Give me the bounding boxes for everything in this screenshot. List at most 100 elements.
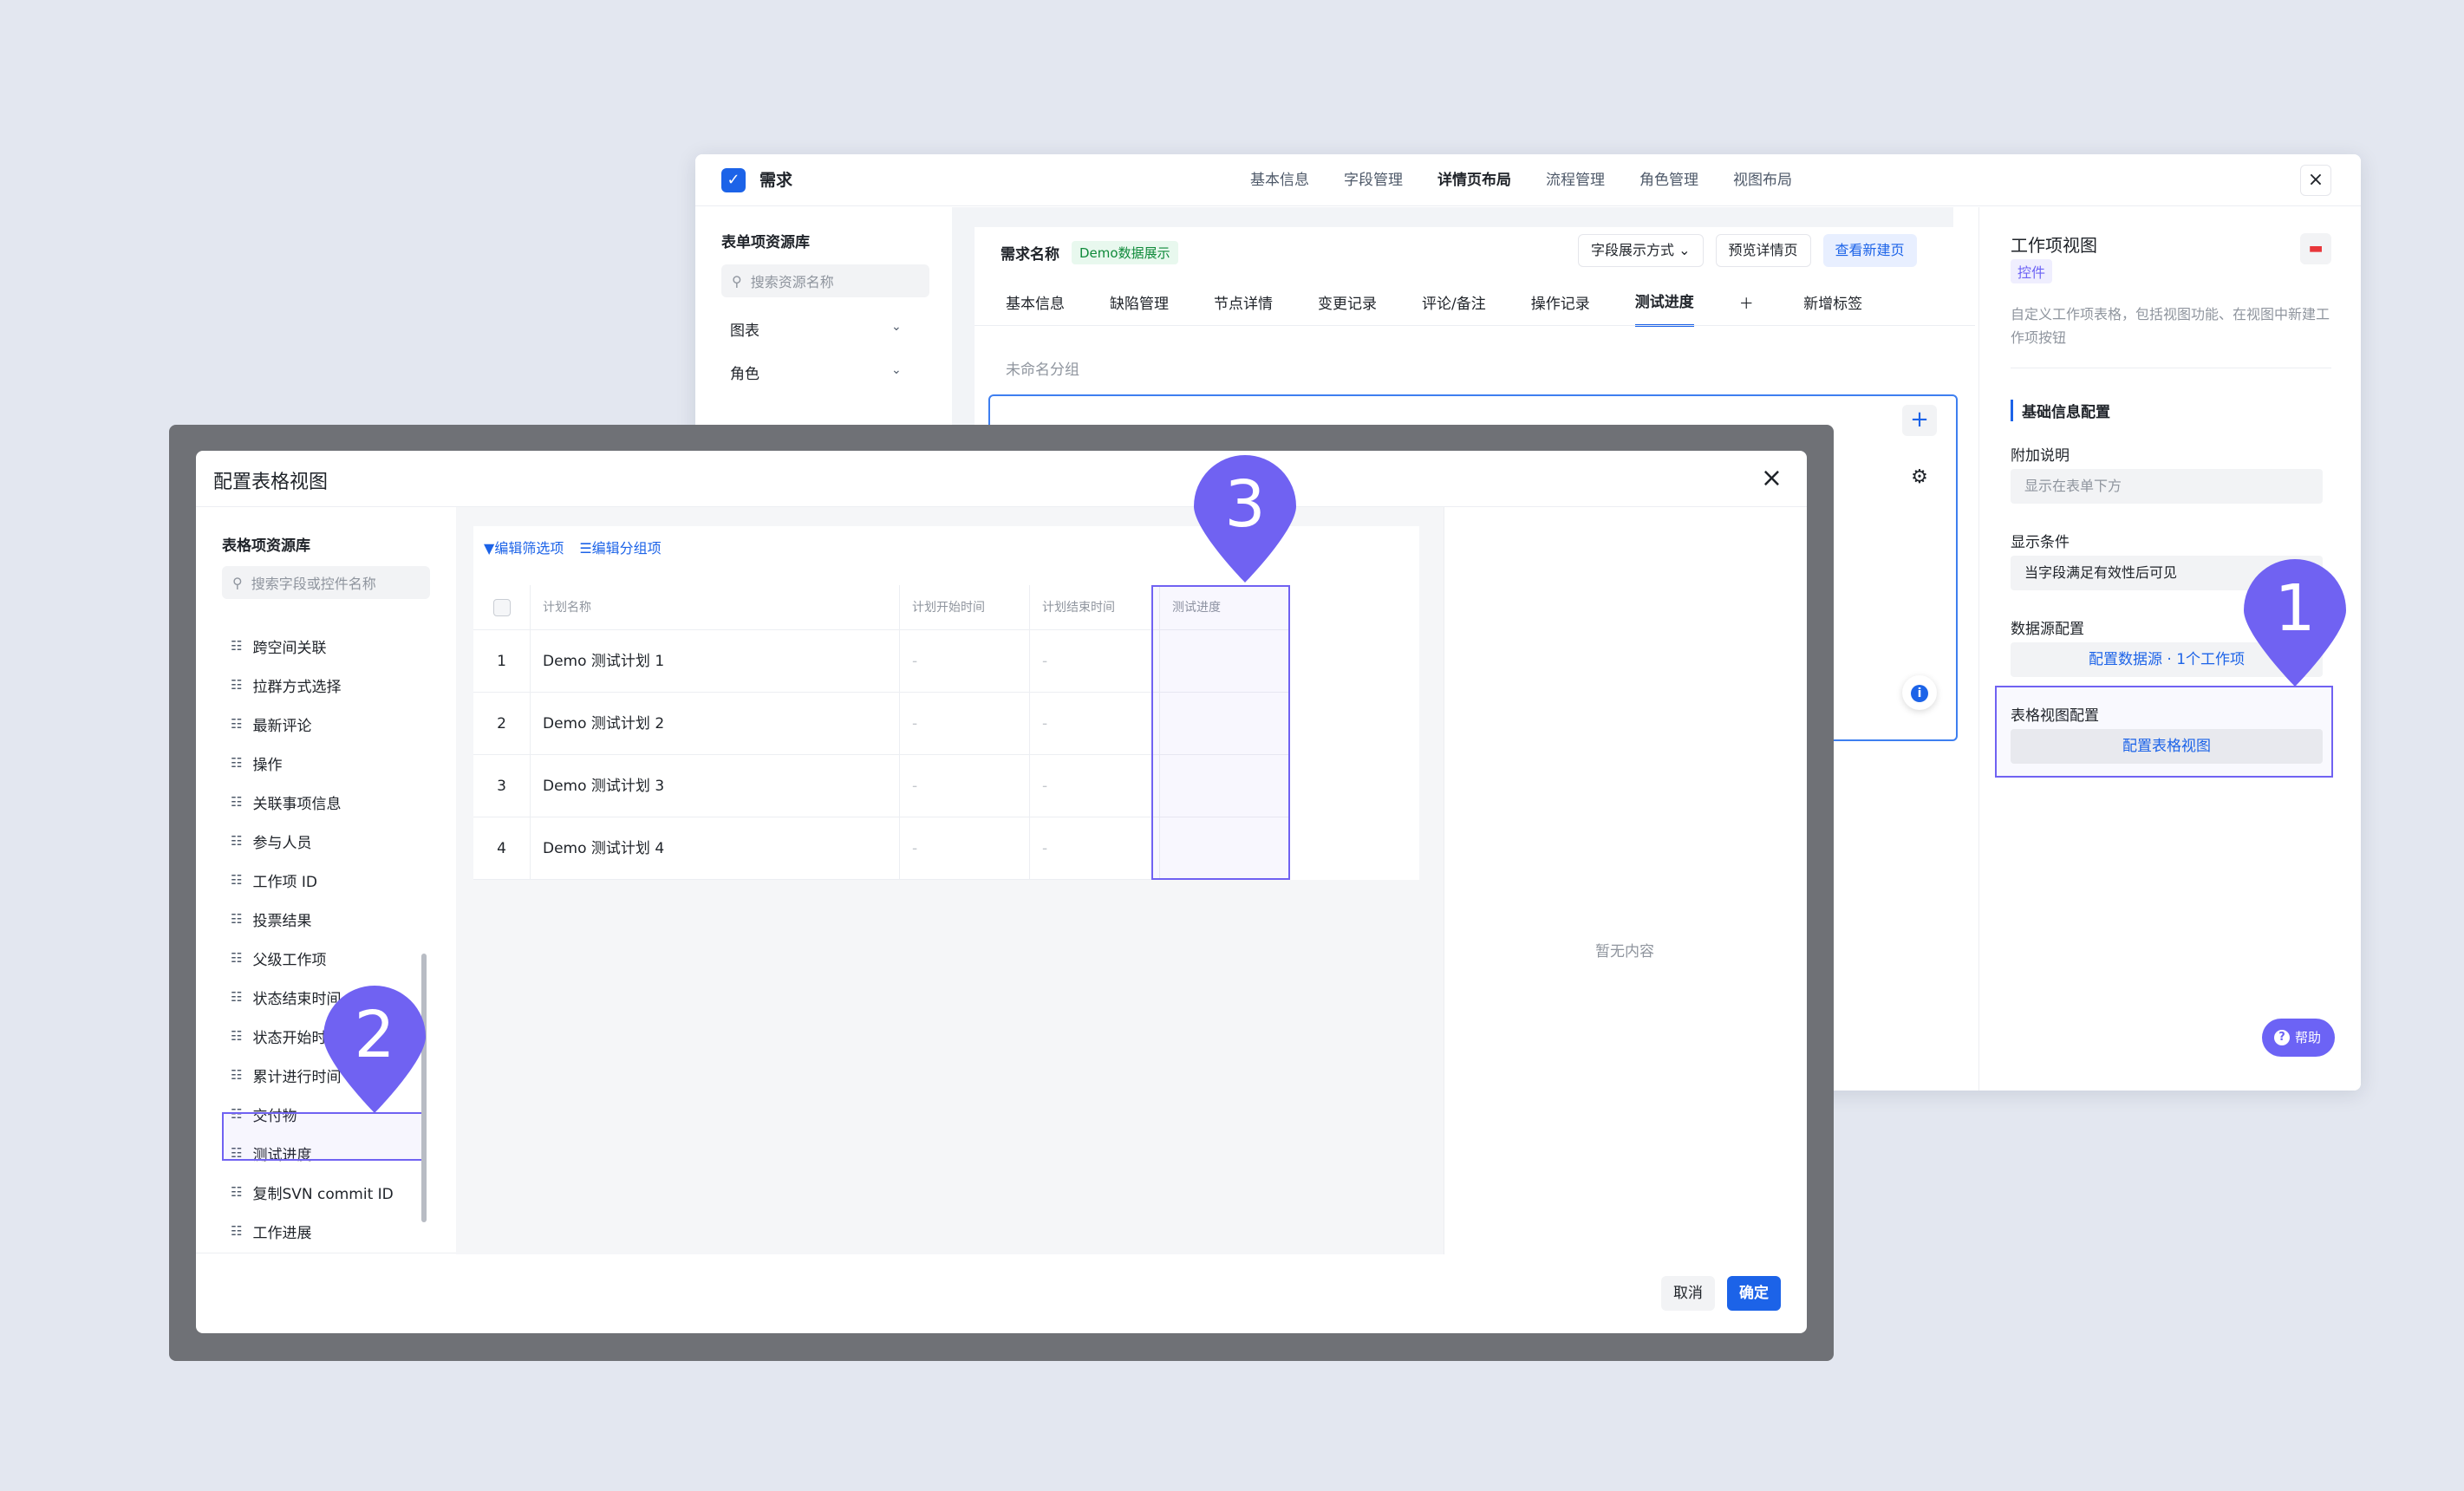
detail-tabs: 基本信息 缺陷管理 节点详情 变更记录 评论/备注 操作记录 测试进度 ＋ 新增… [1006, 281, 1952, 327]
resource-search-input[interactable]: ⚲ 搜索资源名称 [721, 264, 929, 297]
library-item[interactable]: ☷ 投票结果 [231, 900, 413, 938]
chevron-down-icon[interactable]: ⌄ [891, 320, 902, 334]
panel-title: 工作项视图 [2011, 235, 2097, 256]
field-icon: ☷ [231, 833, 243, 849]
library-item-label: 工作进展 [252, 1224, 312, 1242]
library-item-label: 复制SVN commit ID [252, 1185, 394, 1203]
chevron-down-icon[interactable]: ⌄ [891, 363, 902, 377]
table-cell: 4 [473, 817, 531, 880]
cancel-button[interactable]: 取消 [1661, 1276, 1715, 1311]
field-icon: ☷ [231, 1223, 243, 1239]
tab-defect[interactable]: 缺陷管理 [1110, 283, 1169, 326]
library-item-label: 投票结果 [252, 912, 312, 930]
column-header-plan-name[interactable]: 计划名称 [531, 585, 900, 630]
search-icon: ⚲ [232, 574, 243, 591]
library-item[interactable]: ☷ 工作进展 [231, 1212, 413, 1250]
group-placeholder: 未命名分组 [1006, 361, 1079, 379]
library-title: 表格项资源库 [222, 537, 310, 555]
selected-item-highlight [222, 1112, 425, 1161]
tab-change-log[interactable]: 变更记录 [1318, 283, 1377, 326]
field-icon: ☷ [231, 1028, 243, 1044]
library-item[interactable]: ☷ 参与人员 [231, 822, 413, 860]
table-cell: 2 [473, 693, 531, 755]
library-item[interactable]: ☷ 拉群方式选择 [231, 666, 413, 704]
extra-note-label: 附加说明 [2011, 447, 2070, 465]
nav-role-management[interactable]: 角色管理 [1639, 154, 1698, 206]
tab-add-new[interactable]: ＋ 新增标签 [1739, 283, 1907, 326]
tab-basic-info[interactable]: 基本信息 [1006, 283, 1065, 326]
question-icon: ? [2274, 1030, 2290, 1045]
step-marker-1: 1 [2244, 559, 2346, 687]
list-icon: ☰ [579, 540, 592, 557]
dialog-body: 表格项资源库 ⚲ 搜索字段或控件名称 ☷ 跨空间关联 ☷ 拉群方式选择 ☷ 最新评论 ☷ 操作… [196, 506, 1807, 1254]
view-new-page-button[interactable]: 查看新建页 [1822, 234, 1917, 267]
library-item[interactable]: ☷ 工作项 ID [231, 861, 413, 899]
step-marker-2: 2 [323, 986, 426, 1113]
tab-operation-log[interactable]: 操作记录 [1531, 283, 1590, 326]
table-cell: Demo 测试计划 2 [531, 693, 900, 755]
close-icon[interactable]: × [2300, 165, 2331, 196]
edit-filter-button[interactable]: ▼编辑筛选项 [484, 537, 564, 557]
filter-icon: ▼ [484, 540, 495, 557]
table-cell: - [1030, 817, 1160, 880]
table-item-library: 表格项资源库 ⚲ 搜索字段或控件名称 ☷ 跨空间关联 ☷ 拉群方式选择 ☷ 最新评论 ☷ 操作… [196, 507, 456, 1254]
library-item[interactable]: ☷ 父级工作项 [231, 939, 413, 977]
table-toolbar: ▼编辑筛选项 ☰编辑分组项 [484, 537, 662, 557]
widget-badge: 控件 [2011, 259, 2053, 283]
nav-detail-layout[interactable]: 详情页布局 [1437, 154, 1511, 206]
preview-pane: 暂无内容 [1444, 507, 1807, 1254]
nav-process-management[interactable]: 流程管理 [1546, 154, 1605, 206]
accordion-role[interactable]: 角色 [730, 361, 759, 383]
confirm-button[interactable]: 确定 [1727, 1276, 1781, 1311]
edit-group-button[interactable]: ☰编辑分组项 [579, 537, 661, 557]
library-item[interactable]: ☷ 复制SVN commit ID [231, 1173, 413, 1211]
select-all-checkbox[interactable] [492, 598, 511, 616]
table-cell: - [900, 817, 1030, 880]
new-column-highlight [1151, 585, 1290, 880]
window-header: ✓ 需求 基本信息 字段管理 详情页布局 流程管理 角色管理 视图布局 × [695, 154, 2361, 206]
library-item[interactable]: ☷ 关联事项信息 [231, 783, 413, 821]
table-cell: - [1030, 693, 1160, 755]
svg-text:3: 3 [1224, 467, 1265, 542]
chevron-down-icon: ⌄ [1679, 242, 1691, 258]
preview-detail-button[interactable]: 预览详情页 [1715, 234, 1811, 267]
field-icon: ☷ [231, 989, 243, 1005]
tab-test-progress[interactable]: 测试进度 [1634, 281, 1694, 327]
table-cell: - [900, 693, 1030, 755]
select-all-checkbox-cell [473, 585, 531, 630]
info-icon[interactable]: i [1902, 675, 1937, 710]
accordion-chart[interactable]: 图表 [730, 318, 759, 340]
tab-comments[interactable]: 评论/备注 [1422, 283, 1486, 326]
dialog-title: 配置表格视图 [213, 472, 329, 493]
tab-node-detail[interactable]: 节点详情 [1214, 283, 1273, 326]
table-cell: - [1030, 755, 1160, 817]
table-cell: - [900, 755, 1030, 817]
nav-field-management[interactable]: 字段管理 [1344, 154, 1403, 206]
field-icon: ☷ [231, 950, 243, 966]
nav-view-layout[interactable]: 视图布局 [1733, 154, 1792, 206]
gear-icon[interactable]: ⚙ [1902, 462, 1937, 493]
extra-note-input[interactable]: 显示在表单下方 [2011, 469, 2323, 504]
field-icon: ☷ [231, 794, 243, 810]
trash-icon[interactable]: ▬ [2300, 233, 2331, 264]
table-view-config-label: 表格视图配置 [2011, 707, 2099, 725]
column-header-end[interactable]: 计划结束时间 [1030, 585, 1160, 630]
table-cell: Demo 测试计划 4 [531, 817, 900, 880]
name-label: 需求名称 [1001, 246, 1059, 264]
help-button[interactable]: ? 帮助 [2262, 1019, 2336, 1057]
display-condition-label: 显示条件 [2011, 534, 2070, 551]
configure-table-view-button[interactable]: 配置表格视图 [2011, 729, 2323, 764]
empty-state: 暂无内容 [1595, 943, 1654, 960]
field-icon: ☷ [231, 638, 243, 654]
column-header-start[interactable]: 计划开始时间 [900, 585, 1030, 630]
field-display-dropdown[interactable]: 字段展示方式 ⌄ [1578, 234, 1704, 267]
add-icon[interactable]: + [1902, 405, 1937, 436]
library-item[interactable]: ☷ 操作 [231, 744, 413, 782]
library-item[interactable]: ☷ 最新评论 [231, 705, 413, 743]
nav-basic-info[interactable]: 基本信息 [1250, 154, 1309, 206]
library-item-label: 操作 [252, 756, 283, 774]
library-item[interactable]: ☷ 跨空间关联 [231, 627, 413, 665]
data-source-label: 数据源配置 [2011, 621, 2084, 638]
close-icon[interactable]: × [1761, 463, 1783, 493]
field-search-input[interactable]: ⚲ 搜索字段或控件名称 [222, 566, 430, 599]
